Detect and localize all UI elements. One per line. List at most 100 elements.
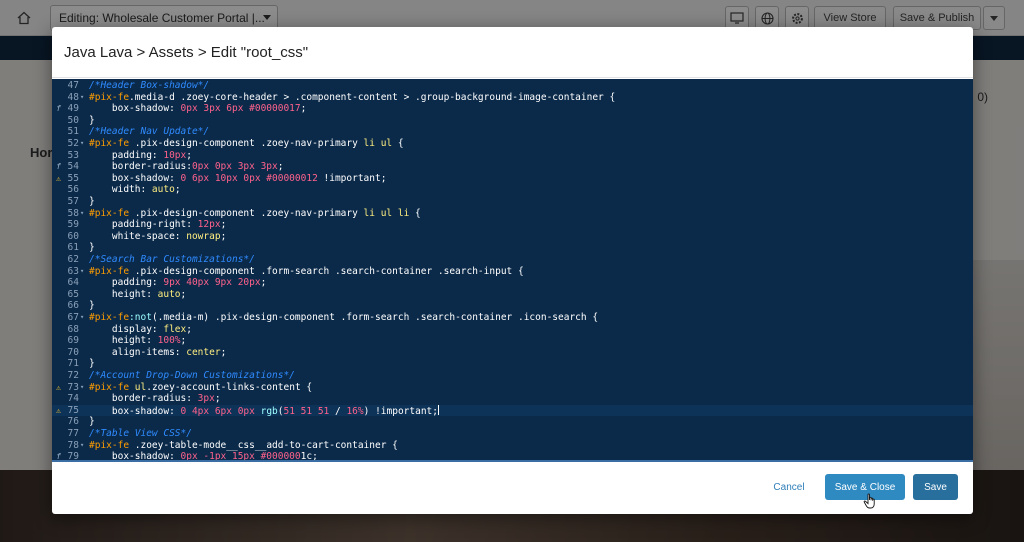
line-number: 51 (67, 126, 79, 138)
line-number: 50 (67, 114, 79, 126)
code-text: /*Table View CSS*/ (89, 428, 192, 439)
line-number: 57 (67, 196, 79, 207)
line-number: 56 (67, 184, 79, 196)
editor-bottom-border (52, 460, 973, 462)
code-line[interactable]: 68 display: flex; (52, 324, 973, 336)
code-editor[interactable]: 47 /*Header Box-shadow*/48 ▾ #pix-fe.media-… (52, 79, 973, 462)
text-cursor (437, 404, 439, 415)
line-number: 64 (67, 277, 79, 289)
line-number: 47 (67, 80, 79, 91)
line-number: 74 (67, 393, 79, 405)
code-line[interactable]: 71} (52, 358, 973, 370)
line-number: 53 (67, 149, 79, 161)
code-line[interactable]: 53 padding: 10px; (52, 150, 973, 162)
code-line[interactable]: 58 ▾ #pix-fe .pix-design-component .zoey-n… (52, 208, 973, 220)
line-number: 61 (67, 242, 79, 254)
line-number: 68 (67, 323, 79, 335)
code-line[interactable]: 78 ▾ #pix-fe .zoey-table-mode__css__add-to… (52, 440, 973, 452)
line-number: 78 (67, 439, 79, 451)
line-number: 77 (67, 428, 79, 439)
code-line[interactable]: ⚠ 55 box-shadow: 0 6px 10px 0px #00000012… (52, 173, 973, 185)
code-line[interactable]: 77 /*Table View CSS*/ (52, 428, 973, 440)
warning-icon[interactable]: ⚠ (55, 382, 62, 394)
cancel-button[interactable]: Cancel (764, 477, 814, 497)
code-text: } (89, 358, 95, 370)
code-text: #pix-fe:not(.media-m) .pix-design-compon… (89, 312, 599, 323)
code-text: #pix-fe .pix-design-component .zoey-nav-… (89, 207, 421, 219)
code-line[interactable]: 50} (52, 115, 973, 127)
code-text: border-radius: 3px; (89, 393, 221, 405)
line-number: 67 (67, 312, 79, 323)
hand-pointer-icon (863, 493, 875, 509)
code-line[interactable]: 63 ▾ #pix-fe .pix-design-component .form-s… (52, 266, 973, 278)
code-text: box-shadow: 0px 3px 6px #00000017; (89, 103, 307, 115)
warning-icon[interactable]: ⚠ (55, 405, 62, 417)
line-number: 65 (67, 288, 79, 300)
line-number: 55 (67, 172, 79, 184)
code-line[interactable]: f 49 box-shadow: 0px 3px 6px #00000017; (52, 103, 973, 115)
fold-toggle-icon[interactable]: ▾ (80, 92, 84, 104)
code-text: } (89, 242, 95, 254)
info-icon[interactable]: f (55, 103, 62, 115)
code-text: white-space: nowrap; (89, 230, 227, 242)
code-text: width: auto; (89, 184, 181, 196)
code-line[interactable]: 59 padding-right: 12px; (52, 219, 973, 231)
code-line[interactable]: 64 padding: 9px 40px 9px 20px; (52, 277, 973, 289)
line-number: 76 (67, 416, 79, 428)
code-text: border-radius:0px 0px 3px 3px; (89, 161, 284, 173)
save-button[interactable]: Save (913, 474, 958, 500)
code-line[interactable]: 56 width: auto; (52, 184, 973, 196)
line-number: 63 (67, 265, 79, 277)
code-line[interactable]: 74 border-radius: 3px; (52, 393, 973, 405)
code-text: } (89, 300, 95, 312)
code-text: } (89, 416, 95, 428)
code-text: /*Account Drop-Down Customizations*/ (89, 370, 295, 381)
code-text: /*Header Nav Update*/ (89, 126, 210, 138)
code-line[interactable]: ⚠ 73 ▾ #pix-fe ul.zoey-account-links-conten… (52, 382, 973, 394)
code-text: box-shadow: 0 6px 10px 0px #00000012 !im… (89, 172, 387, 184)
code-text: /*Header Box-shadow*/ (89, 80, 210, 91)
code-line[interactable]: 76} (52, 416, 973, 428)
line-number: 66 (67, 300, 79, 312)
code-text: align-items: center; (89, 346, 227, 358)
line-number: 69 (67, 335, 79, 347)
fold-toggle-icon[interactable]: ▾ (80, 208, 84, 220)
code-line[interactable]: 48 ▾ #pix-fe.media-d .zoey-core-header > .… (52, 92, 973, 104)
code-line[interactable]: 61} (52, 242, 973, 254)
code-line[interactable]: 69 height: 100%; (52, 335, 973, 347)
fold-toggle-icon[interactable]: ▾ (80, 312, 84, 324)
info-icon[interactable]: f (55, 161, 62, 173)
code-line[interactable]: 47 /*Header Box-shadow*/ (52, 80, 973, 92)
code-line[interactable]: 72 /*Account Drop-Down Customizations*/ (52, 370, 973, 382)
line-number: 72 (67, 370, 79, 381)
code-line[interactable]: 66} (52, 300, 973, 312)
modal-header: Java Lava > Assets > Edit "root_css" (52, 27, 973, 78)
code-text: #pix-fe .pix-design-component .form-sear… (89, 265, 524, 277)
fold-toggle-icon[interactable]: ▾ (80, 138, 84, 150)
code-text: padding: 10px; (89, 149, 192, 161)
code-line[interactable]: 65 height: auto; (52, 289, 973, 301)
code-text: #pix-fe .pix-design-component .zoey-nav-… (89, 138, 404, 149)
code-line[interactable]: 60 white-space: nowrap; (52, 231, 973, 243)
code-line[interactable]: 70 align-items: center; (52, 347, 973, 359)
modal-footer: Cancel Save & Close Save (52, 463, 973, 514)
line-number: 70 (67, 346, 79, 358)
code-line[interactable]: 52 ▾ #pix-fe .pix-design-component .zoey-n… (52, 138, 973, 150)
fold-toggle-icon[interactable]: ▾ (80, 382, 84, 394)
line-number: 59 (67, 219, 79, 231)
code-line[interactable]: 57} (52, 196, 973, 208)
code-line[interactable]: 51 /*Header Nav Update*/ (52, 126, 973, 138)
fold-toggle-icon[interactable]: ▾ (80, 266, 84, 278)
line-number: 73 (67, 381, 79, 393)
code-text: height: auto; (89, 288, 187, 300)
code-line[interactable]: 67 ▾ #pix-fe:not(.media-m) .pix-design-com… (52, 312, 973, 324)
code-line[interactable]: f 54 border-radius:0px 0px 3px 3px; (52, 161, 973, 173)
line-number: 71 (67, 358, 79, 370)
code-line[interactable]: 62 /*Search Bar Customizations*/ (52, 254, 973, 266)
line-number: 52 (67, 138, 79, 149)
code-line[interactable]: ⚠ 75 box-shadow: 0 4px 6px 0px rgb(51 51 … (52, 404, 973, 417)
line-number: 49 (67, 103, 79, 115)
warning-icon[interactable]: ⚠ (55, 173, 62, 185)
fold-toggle-icon[interactable]: ▾ (80, 440, 84, 452)
code-text: } (89, 114, 95, 126)
